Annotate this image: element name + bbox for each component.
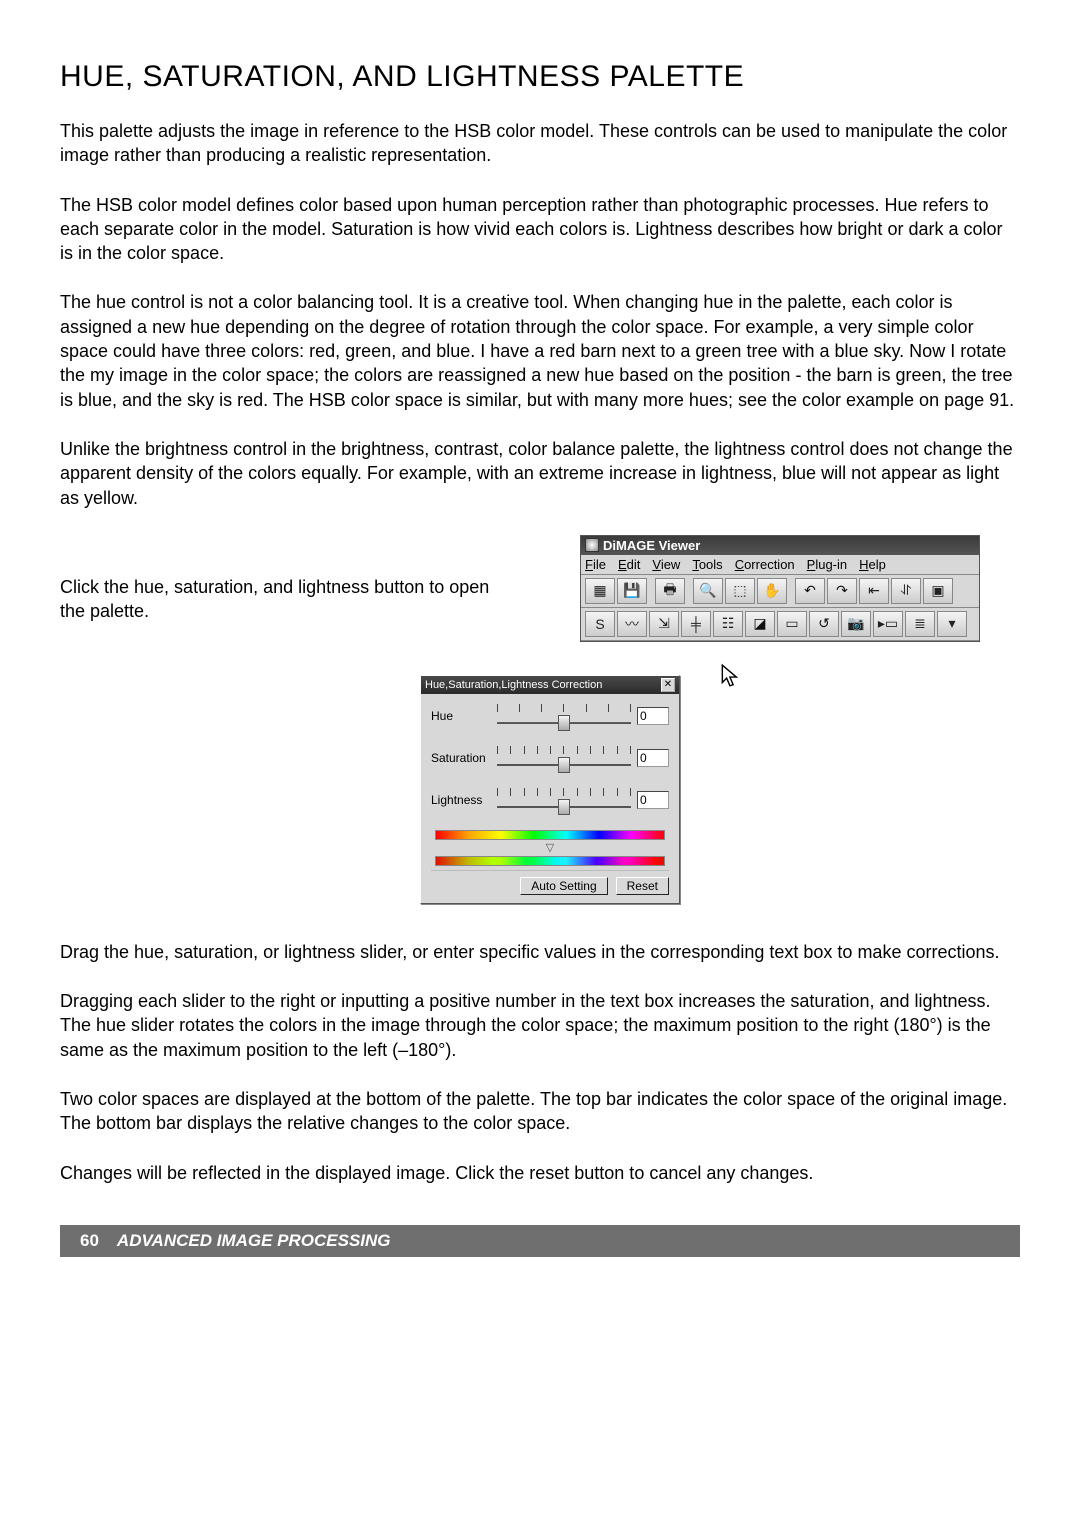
paragraph: The hue control is not a color balancing… — [60, 290, 1020, 411]
paragraph: Two color spaces are displayed at the bo… — [60, 1087, 1020, 1136]
saturation-slider[interactable] — [497, 746, 631, 770]
paragraph: The HSB color model defines color based … — [60, 193, 1020, 266]
sharpen-icon[interactable]: S — [585, 611, 615, 637]
print-icon[interactable]: 🖶 — [655, 578, 685, 604]
section-title: ADVANCED IMAGE PROCESSING — [117, 1231, 391, 1251]
lightness-input[interactable] — [637, 791, 669, 809]
menu-file[interactable]: File — [585, 557, 606, 572]
marquee-icon[interactable]: ⬚ — [725, 578, 755, 604]
app-icon — [585, 538, 599, 552]
hsl-row-lightness: Lightness — [431, 788, 669, 812]
fit-icon[interactable]: ▣ — [923, 578, 953, 604]
hsl-correction-window: Hue,Saturation,Lightness Correction ✕ Hu… — [420, 675, 680, 904]
rotate-cw-icon[interactable]: ↷ — [827, 578, 857, 604]
zoom-icon[interactable]: 🔍 — [693, 578, 723, 604]
app-titlebar: DiMAGE Viewer — [581, 536, 979, 555]
menu-tools[interactable]: Tools — [692, 557, 722, 572]
page-title: HUE, SATURATION, AND LIGHTNESS PALETTE — [60, 60, 1020, 94]
original-color-space-bar — [435, 830, 665, 840]
paragraph: Changes will be reflected in the display… — [60, 1161, 1020, 1185]
hue-slider[interactable] — [497, 704, 631, 728]
app-title: DiMAGE Viewer — [603, 538, 700, 553]
flip-horizontal-icon[interactable]: ⇤ — [859, 578, 889, 604]
paragraph: This palette adjusts the image in refere… — [60, 119, 1020, 168]
adjusted-color-space-bar — [435, 856, 665, 866]
side-paragraph: Click the hue, saturation, and lightness… — [60, 577, 489, 621]
lightness-slider[interactable] — [497, 788, 631, 812]
menu-view[interactable]: View — [652, 557, 680, 572]
hsl-window-titlebar: Hue,Saturation,Lightness Correction ✕ — [421, 676, 679, 694]
hsl-window-title: Hue,Saturation,Lightness Correction — [425, 679, 602, 691]
hand-icon[interactable]: ✋ — [757, 578, 787, 604]
metadata-icon[interactable]: ≣ — [905, 611, 935, 637]
paragraph: Dragging each slider to the right or inp… — [60, 989, 1020, 1062]
curves-icon[interactable]: 〰 — [617, 611, 647, 637]
menu-help[interactable]: Help — [859, 557, 886, 572]
toolbar-row-2: S 〰 ⇲ ╪ ☷ ◪ ▭ ↺ 📷 ▸▭ ≣ ▾ — [581, 608, 979, 641]
compare-icon[interactable]: ▭ — [777, 611, 807, 637]
hue-label: Hue — [431, 709, 491, 723]
color-balance-icon[interactable]: ╪ — [681, 611, 711, 637]
page-footer: 60 ADVANCED IMAGE PROCESSING — [60, 1225, 1020, 1257]
reset-button[interactable]: Reset — [616, 877, 669, 895]
undo-icon[interactable]: ↺ — [809, 611, 839, 637]
saturation-label: Saturation — [431, 751, 491, 765]
collapse-arrow-icon[interactable]: ▽ — [431, 844, 669, 852]
dimage-viewer-window: DiMAGE Viewer File Edit View Tools Corre… — [580, 535, 980, 642]
toolbar-row-1: ▦ 💾 🖶 🔍 ⬚ ✋ ↶ ↷ ⇤ ⥯ ▣ — [581, 575, 979, 608]
auto-setting-button[interactable]: Auto Setting — [520, 877, 607, 895]
options-dropdown-icon[interactable]: ▾ — [937, 611, 967, 637]
hsl-row-hue: Hue — [431, 704, 669, 728]
lightness-label: Lightness — [431, 793, 491, 807]
variation-icon[interactable]: ◪ — [745, 611, 775, 637]
hsl-row-saturation: Saturation — [431, 746, 669, 770]
rotate-ccw-icon[interactable]: ↶ — [795, 578, 825, 604]
hue-input[interactable] — [637, 707, 669, 725]
snapshot-icon[interactable]: 📷 — [841, 611, 871, 637]
paragraph: Unlike the brightness control in the bri… — [60, 437, 1020, 510]
mouse-pointer-icon — [720, 663, 742, 689]
menu-edit[interactable]: Edit — [618, 557, 640, 572]
hsl-palette-icon[interactable]: ☷ — [713, 611, 743, 637]
paragraph: Drag the hue, saturation, or lightness s… — [60, 940, 1020, 964]
page-number: 60 — [80, 1231, 99, 1251]
levels-icon[interactable]: ⇲ — [649, 611, 679, 637]
save-icon[interactable]: 💾 — [617, 578, 647, 604]
flip-vertical-icon[interactable]: ⥯ — [891, 578, 921, 604]
saturation-input[interactable] — [637, 749, 669, 767]
thumbnails-icon[interactable]: ▦ — [585, 578, 615, 604]
menu-bar: File Edit View Tools Correction Plug-in … — [581, 555, 979, 575]
close-icon[interactable]: ✕ — [661, 678, 675, 692]
menu-plugin[interactable]: Plug-in — [807, 557, 847, 572]
menu-correction[interactable]: Correction — [735, 557, 795, 572]
preview-icon[interactable]: ▸▭ — [873, 611, 903, 637]
